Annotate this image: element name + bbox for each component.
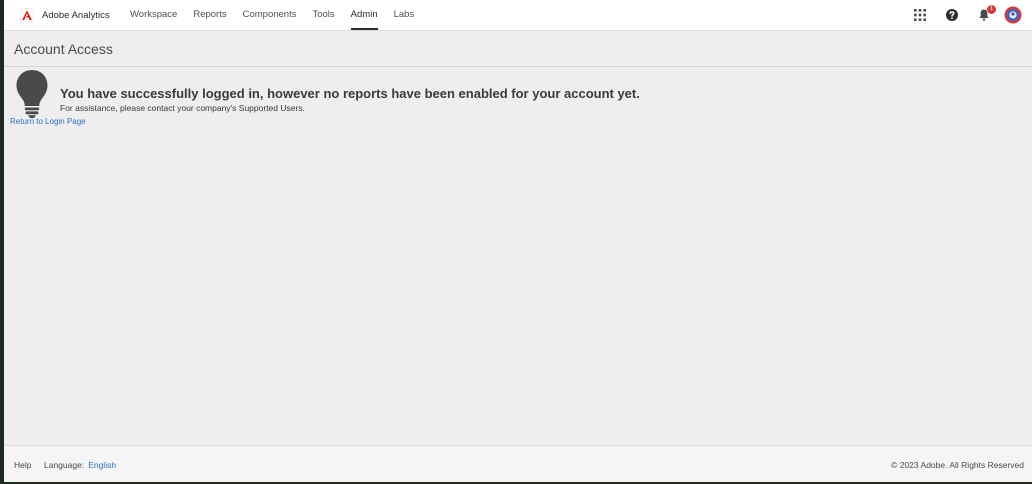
lightbulb-icon (16, 70, 48, 118)
footer-help-link[interactable]: Help (14, 460, 31, 470)
nav-item-reports[interactable]: Reports (193, 0, 226, 30)
help-icon[interactable] (944, 7, 960, 23)
language-label: Language: (44, 460, 85, 470)
app-window: Adobe Analytics Workspace Reports Compon… (4, 0, 1032, 482)
message-heading: You have successfully logged in, however… (60, 86, 640, 101)
copyright-text: © 2023 Adobe. All Rights Reserved (891, 460, 1024, 470)
avatar-icon[interactable] (1004, 6, 1022, 24)
notification-count-badge: 1 (987, 5, 996, 14)
nav-item-tools[interactable]: Tools (312, 0, 334, 30)
footer: Help Language: English © 2023 Adobe. All … (4, 445, 1032, 482)
message-subtext: For assistance, please contact your comp… (60, 103, 305, 113)
nav-item-components[interactable]: Components (243, 0, 297, 30)
footer-language: Language: English (44, 460, 116, 470)
nav-item-workspace[interactable]: Workspace (130, 0, 177, 30)
page-header: Account Access (4, 31, 1032, 67)
adobe-logo-icon (20, 8, 34, 22)
notifications-button[interactable]: 1 (976, 5, 996, 23)
nav-item-admin[interactable]: Admin (350, 0, 378, 30)
brand[interactable]: Adobe Analytics (20, 0, 110, 30)
nav-item-labs[interactable]: Labs (394, 0, 415, 30)
main-nav: Workspace Reports Components Tools Admin… (130, 0, 430, 30)
brand-name: Adobe Analytics (42, 9, 110, 21)
apps-grid-icon[interactable] (912, 7, 928, 23)
return-to-login-link[interactable]: Return to Login Page (10, 117, 86, 126)
page-title: Account Access (14, 41, 113, 57)
language-selector[interactable]: English (88, 460, 116, 470)
top-navigation-bar: Adobe Analytics Workspace Reports Compon… (4, 0, 1032, 31)
